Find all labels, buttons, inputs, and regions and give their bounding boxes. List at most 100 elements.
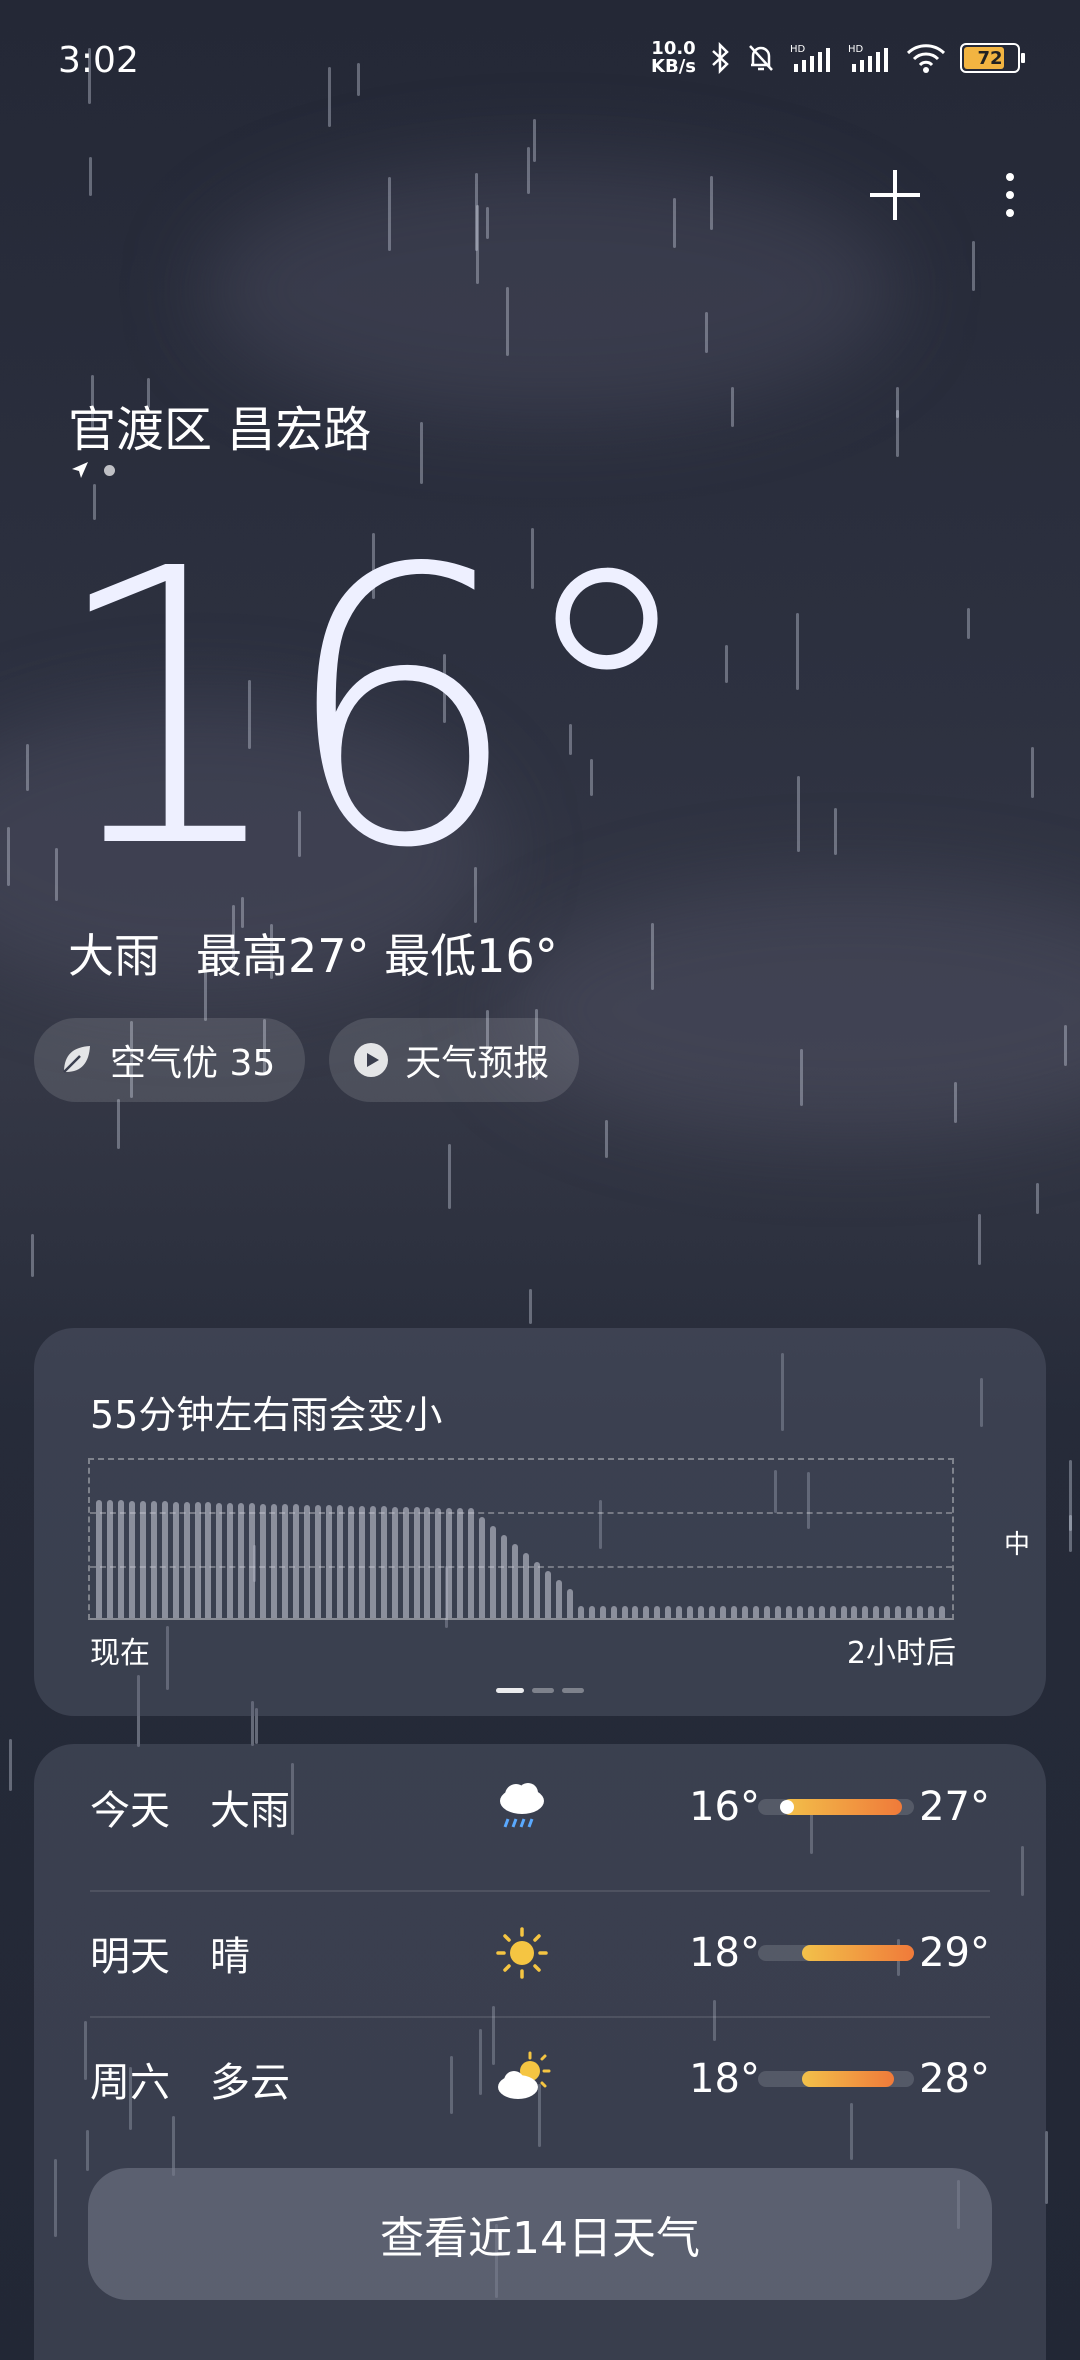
card-pager [496,1688,584,1693]
precip-bar [315,1505,321,1618]
daily-forecast-card: 今天 大雨 16° 27° 明天 晴 18° 29° 周六 多云 18° 28°… [34,1744,1046,2360]
axis-start-label: 现在 [90,1636,150,1671]
precip-bar [786,1606,792,1618]
precip-bar [162,1501,168,1618]
precip-bar [534,1562,540,1618]
precip-bar [611,1606,617,1618]
precip-bar [271,1504,277,1618]
precip-bar [939,1606,945,1618]
net-speed: 10.0 KB/s [651,38,696,77]
forecast-row[interactable]: 明天 晴 18° 29° [90,1890,990,2016]
precip-bar [293,1504,299,1618]
precip-bar [195,1502,201,1618]
precip-bar [424,1507,430,1618]
wifi-icon [906,44,946,73]
air-quality-chip[interactable]: 空气优 35 [34,1018,306,1102]
forecast-high: 29° [919,1930,990,1976]
mute-bell-icon [749,45,773,71]
precip-bar [414,1507,420,1618]
status-time: 3:02 [58,40,139,81]
precip-bar [797,1606,803,1618]
precip-bar [600,1606,606,1618]
forecast-condition: 大雨 [210,1788,290,1834]
precip-bar [337,1505,343,1618]
precip-bar [96,1500,102,1618]
top-actions [860,160,1020,230]
forecast-row[interactable]: 今天 大雨 16° 27° [90,1744,990,1870]
precip-bar [282,1504,288,1618]
precip-bar [381,1506,387,1618]
precip-bar [841,1606,847,1618]
location-arrow-icon [72,462,88,478]
precip-bar [249,1503,255,1618]
location-title[interactable]: 官渡区 昌宏路 [68,390,371,460]
precip-bar [819,1606,825,1618]
precip-bar [348,1506,354,1618]
precip-bar [917,1606,923,1618]
precip-bar [742,1606,748,1618]
precip-bar [884,1606,890,1618]
precip-bar [446,1508,452,1618]
precip-bar [545,1571,551,1618]
precip-bar [589,1606,595,1618]
precip-bar [359,1506,365,1618]
current-condition: 大雨 [68,929,160,983]
precip-bar [895,1606,901,1618]
precip-bar [906,1606,912,1618]
precip-bar [227,1503,233,1618]
precip-bar [140,1501,146,1618]
forecast-low: 18° [689,1930,760,1976]
precip-bar [326,1505,332,1618]
precip-bar [523,1553,529,1618]
precip-bar [753,1606,759,1618]
precip-bar [873,1606,879,1618]
status-bar: 3:02 10.0 KB/s HD HD 72 [0,0,1080,130]
precip-bar [928,1606,934,1618]
precip-bar [775,1606,781,1618]
precip-bar [643,1606,649,1618]
high-temp: 最高27° [196,929,370,983]
precip-bar [392,1507,398,1618]
precip-bar [490,1526,496,1618]
leaf-icon [63,1046,90,1073]
svg-text:HD: HD [848,44,864,55]
precip-bar [304,1505,310,1618]
page-dot [104,464,115,476]
axis-end-label: 2小时后 [846,1636,956,1671]
precip-bar [654,1606,660,1618]
current-temperature: 16° [48,488,702,931]
forecast-condition: 多云 [210,2060,290,2106]
low-temp: 最低16° [384,929,558,983]
battery-icon: 72 [960,43,1025,73]
precip-bar [830,1606,836,1618]
precip-bar [556,1580,562,1618]
precip-bar [151,1501,157,1618]
precip-bar [260,1504,266,1618]
current-summary: 大雨 最高27° 最低16° [68,920,558,986]
forecast-high: 27° [919,1784,990,1830]
precip-bar [622,1606,628,1618]
precip-bar [862,1606,868,1618]
precip-bar [665,1606,671,1618]
forecast-row[interactable]: 周六 多云 18° 28° [90,2016,990,2142]
precip-bar [107,1500,113,1618]
play-icon [354,1043,389,1077]
forecast-low: 18° [689,2056,760,2102]
forecast-video-chip[interactable]: 天气预报 [329,1018,580,1102]
precip-bar [567,1589,573,1618]
svg-text:HD: HD [790,44,806,55]
precip-bar [578,1606,584,1618]
precip-bar [501,1535,507,1618]
more-menu-button[interactable] [1000,160,1020,230]
precipitation-card[interactable]: 55分钟左右雨会变小 中 现在 2小时后 [34,1328,1046,1716]
view-14-day-button[interactable]: 查看近14日天气 [88,2168,992,2300]
add-city-button[interactable] [860,160,930,230]
precip-bar [435,1508,441,1618]
precip-bar [479,1517,485,1618]
temp-range-bar [758,2071,914,2087]
precip-bar [468,1508,474,1618]
bluetooth-icon [712,42,729,74]
signal-hd-icon: HD [848,44,888,72]
sun-icon [496,1927,548,1979]
precip-bar [676,1606,682,1618]
